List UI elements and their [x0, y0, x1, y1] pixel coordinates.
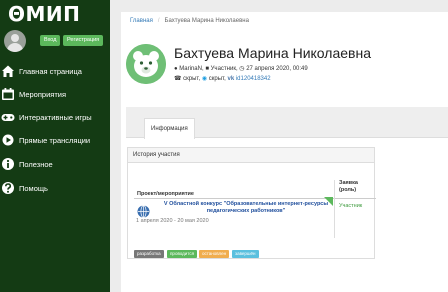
sidebar-item-label: Помощь [19, 184, 48, 193]
panel-title: История участия [128, 148, 374, 163]
gamepad-icon [1, 114, 15, 121]
user-avatar [4, 30, 26, 52]
role: Участник [210, 66, 236, 72]
profile-contacts: ☎ скрыт, ◉ скрыт, vk id120418342 [174, 75, 271, 82]
info-icon [2, 158, 14, 170]
breadcrumb-home-link[interactable]: Главная [130, 18, 153, 24]
username: MarinaN [179, 66, 202, 72]
user-icon: ● [174, 66, 178, 72]
legend-badge-stopped: остановлен [199, 250, 230, 258]
sidebar-item-label: Прямые трансляции [19, 136, 91, 145]
status-flag-icon [324, 197, 333, 206]
event-link[interactable]: V Областной конкурс "Образовательные инт… [156, 201, 336, 215]
legend-badge-finished: завершён [232, 250, 259, 258]
bear-avatar-icon [126, 44, 166, 84]
legend-badge-running: проводится [167, 250, 198, 258]
sidebar-item-label: Мероприятия [19, 90, 67, 99]
site-logo[interactable]: ΘМИП [8, 2, 80, 26]
hidden-contact-2: скрыт, [208, 76, 226, 82]
hidden-contact-1: скрыт, [183, 76, 201, 82]
calendar-icon [2, 88, 14, 100]
sidebar-item-games[interactable]: Интерактивные игры [0, 109, 110, 127]
tabs-bar: Информация [126, 107, 448, 139]
vk-icon: vk [227, 76, 235, 82]
legend-badge-development: разработка [134, 250, 164, 258]
vk-link[interactable]: id120418342 [236, 76, 271, 82]
sidebar-item-label: Полезное [19, 160, 53, 169]
phone-icon: ☎ [174, 76, 182, 82]
globe-icon [137, 205, 150, 218]
event-dates: 1 апреля 2020 - 20 мая 2020 [136, 218, 209, 224]
home-icon [2, 65, 14, 77]
column-header-event: Проект/мероприятие [137, 191, 194, 197]
broadcast-icon [2, 134, 14, 146]
registered-date: 27 апреля 2020, 00:49 [246, 66, 308, 72]
register-button[interactable]: Регистрация [63, 35, 104, 46]
sidebar-item-label: Главная страница [19, 67, 82, 76]
history-panel: История участия Проект/мероприятие Заявк… [127, 147, 376, 259]
table-header: Проект/мероприятие Заявка (роль) [134, 179, 376, 199]
page-title: Бахтуева Марина Николаевна [174, 45, 371, 61]
sidebar-item-broadcasts[interactable]: Прямые трансляции [0, 132, 110, 150]
breadcrumb-current: Бахтуева Марина Николаевна [164, 18, 249, 24]
question-icon [2, 182, 14, 194]
sidebar-item-help[interactable]: Помощь [0, 180, 110, 198]
briefcase-icon: ■ [205, 66, 209, 72]
main-content: Главная / Бахтуева Марина Николаевна Бахту… [121, 12, 448, 292]
sidebar-item-home[interactable]: Главная страница [0, 63, 110, 81]
breadcrumb: Главная / Бахтуева Марина Николаевна [130, 18, 249, 24]
table-row: V Областной конкурс "Образовательные инт… [134, 197, 376, 229]
profile-meta: ● MarinaN, ■ Участник, ◷ 27 апреля 2020,… [174, 66, 308, 72]
clock-icon: ◷ [239, 66, 245, 72]
sidebar-item-useful[interactable]: Полезное [0, 156, 110, 174]
login-button[interactable]: Вход [40, 35, 61, 46]
sidebar-item-events[interactable]: Мероприятия [0, 86, 110, 104]
column-header-request: Заявка (роль) [339, 180, 358, 193]
sidebar-item-label: Интерактивные игры [19, 113, 92, 122]
status-badge: Участник [339, 203, 363, 209]
sidebar: ΘМИП Вход Регистрация Главная страница М… [0, 0, 110, 292]
skype-icon: ◉ [201, 76, 208, 82]
tab-information[interactable]: Информация [144, 118, 195, 139]
